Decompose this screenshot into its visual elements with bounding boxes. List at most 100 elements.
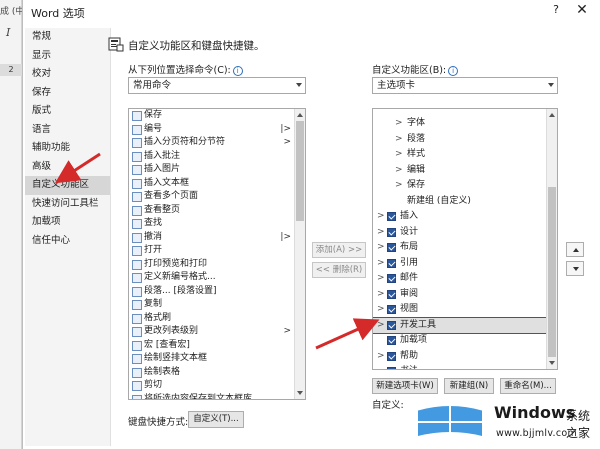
new-tab-button[interactable]: 新建选项卡(W) xyxy=(372,378,438,394)
command-item[interactable]: 格式刷 xyxy=(129,312,305,326)
nav-item-display[interactable]: 显示 xyxy=(25,47,110,66)
tab-checkbox[interactable] xyxy=(387,274,396,283)
ribbon-tree-item[interactable]: > 视图 xyxy=(373,302,548,318)
nav-item-language[interactable]: 语言 xyxy=(25,121,110,140)
nav-item-accessibility[interactable]: 辅助功能 xyxy=(25,139,110,158)
expander-icon[interactable]: > xyxy=(377,318,385,334)
remove-button[interactable]: << 删除(R) xyxy=(312,262,366,278)
help-button[interactable]: ? xyxy=(547,3,565,19)
nav-item-customize-ribbon[interactable]: 自定义功能区 xyxy=(25,176,110,195)
ribbon-tree[interactable]: > 字体 > 段落 > 样式 > 编辑 > 保存 新建组 (自定义) > 插入 > 设计 > 布局 > 引用 > 邮件 >… xyxy=(372,108,558,370)
ribbon-tree-item[interactable]: > 审阅 xyxy=(373,287,548,303)
tab-checkbox[interactable] xyxy=(387,320,396,330)
command-item[interactable]: 编号 |> xyxy=(129,123,305,137)
ribbon-tree-item[interactable]: > 邮件 xyxy=(373,271,548,287)
ribbon-tree-item[interactable]: 加载项 xyxy=(373,333,548,349)
new-group-button[interactable]: 新建组(N) xyxy=(444,378,494,394)
command-item[interactable]: 宏 [查看宏] xyxy=(129,339,305,353)
choose-commands-combo[interactable]: 常用命令 xyxy=(128,77,306,94)
nav-item-trust-center[interactable]: 信任中心 xyxy=(25,232,110,251)
nav-item-add-ins[interactable]: 加载项 xyxy=(25,213,110,232)
move-down-button[interactable] xyxy=(566,261,584,276)
ribbon-tree-item[interactable]: > 编辑 xyxy=(373,163,548,179)
nav-item-typography[interactable]: 版式 xyxy=(25,102,110,121)
expander-icon[interactable]: > xyxy=(377,209,385,225)
tab-checkbox[interactable] xyxy=(387,351,396,361)
ribbon-tree-item[interactable]: > 样式 xyxy=(373,147,548,163)
italic-button[interactable]: I xyxy=(6,26,10,39)
command-item[interactable]: 查看多个页面 xyxy=(129,190,305,204)
ribbon-tree-item[interactable]: > 字体 xyxy=(373,116,548,132)
scroll-thumb[interactable] xyxy=(548,187,556,357)
scroll-down-icon[interactable] xyxy=(549,361,555,365)
commands-list[interactable]: 保存 编号 |> 插入分页符和分节符 > 插入批注 插入图片 插入文本框 查看多个页面 查看整页查… xyxy=(128,108,306,400)
expander-icon[interactable]: > xyxy=(377,240,385,256)
command-item[interactable]: 打印预览和打印 xyxy=(129,258,305,272)
scroll-up-icon[interactable] xyxy=(297,113,303,117)
tab-checkbox[interactable] xyxy=(387,212,396,221)
command-item[interactable]: 插入图片 xyxy=(129,163,305,177)
expander-icon[interactable]: > xyxy=(395,116,403,132)
command-item[interactable]: 插入分页符和分节符 > xyxy=(129,136,305,150)
nav-item-quick-access-toolbar[interactable]: 快速访问工具栏 xyxy=(25,195,110,214)
ribbon-tree-item[interactable]: > 段落 xyxy=(373,132,548,148)
command-item[interactable]: 更改列表级别 > xyxy=(129,325,305,339)
tab-checkbox[interactable] xyxy=(387,305,396,314)
command-item[interactable]: 插入文本框 xyxy=(129,177,305,191)
nav-item-general[interactable]: 常规 xyxy=(25,28,110,47)
tab-checkbox[interactable] xyxy=(387,258,396,268)
info-icon[interactable]: i xyxy=(448,66,459,76)
move-up-button[interactable] xyxy=(566,242,584,257)
nav-item-advanced[interactable]: 高级 xyxy=(25,158,110,177)
ribbon-tree-item[interactable]: > 引用 xyxy=(373,256,548,272)
expander-icon[interactable]: > xyxy=(395,178,403,194)
tab-checkbox[interactable] xyxy=(387,227,396,237)
command-item[interactable]: 复制 xyxy=(129,298,305,312)
commands-scrollbar[interactable] xyxy=(294,109,305,399)
close-button[interactable]: ✕ xyxy=(571,2,593,20)
command-item[interactable]: 段落... [段落设置] xyxy=(129,285,305,299)
expander-icon[interactable]: > xyxy=(377,225,385,241)
command-item[interactable]: 撤消 |> xyxy=(129,231,305,245)
expander-icon[interactable]: > xyxy=(377,349,385,365)
command-item[interactable]: 绘制表格 xyxy=(129,366,305,380)
ribbon-tree-item[interactable]: > 保存 xyxy=(373,178,548,194)
tab-checkbox[interactable] xyxy=(387,367,396,369)
command-item[interactable]: 将所选内容保存到文本框库 xyxy=(129,393,305,399)
add-button[interactable]: 添加(A) >> xyxy=(312,242,366,258)
tab-checkbox[interactable] xyxy=(387,336,396,345)
tab-checkbox[interactable] xyxy=(387,243,396,252)
command-item[interactable]: 插入批注 xyxy=(129,150,305,164)
command-item[interactable]: 打开 xyxy=(129,244,305,258)
ribbon-tree-item[interactable]: > 帮助 xyxy=(373,349,548,365)
rename-button[interactable]: 重命名(M)... xyxy=(500,378,556,394)
nav-item-save[interactable]: 保存 xyxy=(25,84,110,103)
expander-icon[interactable]: > xyxy=(395,163,403,179)
command-item[interactable]: 定义新编号格式... xyxy=(129,271,305,285)
scroll-down-icon[interactable] xyxy=(297,391,303,395)
scroll-up-icon[interactable] xyxy=(549,113,555,117)
nav-item-proofing[interactable]: 校对 xyxy=(25,65,110,84)
expander-icon[interactable]: > xyxy=(395,132,403,148)
scroll-thumb[interactable] xyxy=(296,121,304,221)
info-icon[interactable]: i xyxy=(232,66,243,76)
ribbon-tree-item[interactable]: > 开发工具 xyxy=(373,316,549,334)
ribbon-tree-item[interactable]: > 设计 xyxy=(373,225,548,241)
ribbon-tree-scrollbar[interactable] xyxy=(546,109,557,369)
expander-icon[interactable]: > xyxy=(377,256,385,272)
ribbon-tree-item[interactable]: 书法 xyxy=(373,364,548,369)
ribbon-tabs-combo[interactable]: 主选项卡 xyxy=(372,77,558,94)
expander-icon[interactable]: > xyxy=(377,302,385,318)
command-item[interactable]: 保存 xyxy=(129,109,305,123)
ribbon-tree-item[interactable]: 新建组 (自定义) xyxy=(373,194,548,210)
command-item[interactable]: 查看整页 xyxy=(129,204,305,218)
expander-icon[interactable]: > xyxy=(395,147,403,163)
ribbon-tree-item[interactable]: > 插入 xyxy=(373,209,548,225)
command-item[interactable]: 剪切 xyxy=(129,379,305,393)
customize-shortcuts-button[interactable]: 自定义(T)... xyxy=(188,411,244,428)
expander-icon[interactable]: > xyxy=(377,287,385,303)
command-item[interactable]: 绘制竖排文本框 xyxy=(129,352,305,366)
tab-checkbox[interactable] xyxy=(387,289,396,299)
ribbon-tree-item[interactable]: > 布局 xyxy=(373,240,548,256)
command-item[interactable]: 查找 xyxy=(129,217,305,231)
